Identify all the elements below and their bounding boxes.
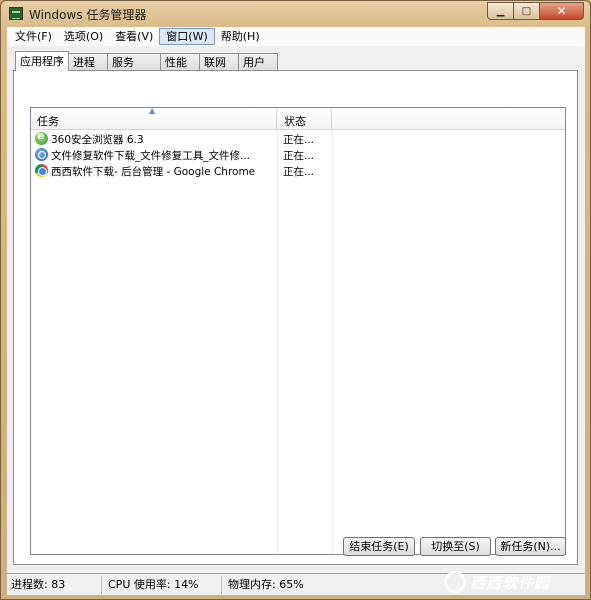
maximize-button[interactable]: □ <box>514 2 540 20</box>
menu-bar: 文件(F) 选项(O) 查看(V) 窗口(W) 帮助(H) <box>7 27 585 46</box>
watermark-text: 西西软件园 <box>470 573 551 592</box>
watermark-logo-icon <box>444 571 466 593</box>
client-area: 应用程序 进程 服务 性能 联网 用户 ▲ 任务 状态 e 360安全浏览器 6… <box>7 46 585 573</box>
sort-ascending-icon: ▲ <box>149 106 156 115</box>
tab-strip: 应用程序 进程 服务 性能 联网 用户 <box>15 51 278 71</box>
task-name: 360安全浏览器 6.3 <box>51 134 144 146</box>
new-task-button[interactable]: 新任务(N)... <box>495 537 566 556</box>
caption-buttons: ▁ □ ✕ <box>487 2 584 21</box>
menu-help[interactable]: 帮助(H) <box>215 28 266 45</box>
list-rows: 360安全浏览器 6.3 正在... 文件修复软件下载_文件修复工具_文件修..… <box>31 129 565 179</box>
chrome-icon <box>35 164 48 177</box>
close-icon: ✕ <box>556 4 567 18</box>
site-watermark: 西西软件园 <box>444 569 584 595</box>
column-header-task[interactable]: ▲ 任务 <box>31 106 277 129</box>
list-item[interactable]: 西西软件下载- 后台管理 - Google Chrome 正在... <box>31 163 565 179</box>
end-task-button[interactable]: 结束任务(E) <box>343 537 415 556</box>
tab-applications[interactable]: 应用程序 <box>15 51 69 71</box>
column-label-task: 任务 <box>37 115 59 128</box>
tab-networking[interactable]: 联网 <box>199 53 239 71</box>
360-browser-icon <box>35 129 48 145</box>
window-title: Windows 任务管理器 <box>29 8 147 22</box>
minimize-icon: ▁ <box>496 5 505 17</box>
menu-view[interactable]: 查看(V) <box>109 28 159 45</box>
tab-services[interactable]: 服务 <box>107 53 161 71</box>
menu-file[interactable]: 文件(F) <box>9 28 58 45</box>
minimize-button[interactable]: ▁ <box>487 2 514 20</box>
list-item[interactable]: 360安全浏览器 6.3 正在... <box>31 129 565 147</box>
task-manager-icon <box>9 7 23 20</box>
tab-processes[interactable]: 进程 <box>68 53 108 71</box>
title-bar[interactable]: Windows 任务管理器 ▁ □ ✕ <box>1 1 590 27</box>
list-header: ▲ 任务 状态 <box>31 106 565 130</box>
menu-options[interactable]: 选项(O) <box>58 28 109 45</box>
status-process-count: 进程数: 83 <box>7 575 102 594</box>
file-repair-icon <box>35 148 48 161</box>
column-header-status[interactable]: 状态 <box>278 108 332 129</box>
task-status: 正在... <box>283 134 315 146</box>
task-status: 正在... <box>283 166 315 178</box>
tab-performance[interactable]: 性能 <box>160 53 200 71</box>
maximize-icon: □ <box>521 5 532 17</box>
column-divider <box>277 130 278 554</box>
task-name: 西西软件下载- 后台管理 - Google Chrome <box>51 166 256 178</box>
task-manager-window: Windows 任务管理器 ▁ □ ✕ 文件(F) 选项(O) 查看(V) 窗口… <box>0 0 591 600</box>
task-list[interactable]: ▲ 任务 状态 360安全浏览器 6.3 正在... <box>30 106 566 555</box>
list-item[interactable]: 文件修复软件下载_文件修复工具_文件修... 正在... <box>31 147 565 163</box>
switch-to-button[interactable]: 切换至(S) <box>420 537 491 556</box>
status-cpu-usage: CPU 使用率: 14% <box>102 575 222 594</box>
menu-window[interactable]: 窗口(W) <box>159 28 215 45</box>
applications-panel: ▲ 任务 状态 360安全浏览器 6.3 正在... <box>13 70 578 565</box>
task-name: 文件修复软件下载_文件修复工具_文件修... <box>51 150 251 162</box>
column-divider <box>332 130 333 554</box>
task-status: 正在... <box>283 150 315 162</box>
column-label-status: 状态 <box>284 115 306 128</box>
status-physical-memory: 物理内存: 65% <box>228 577 304 591</box>
close-button[interactable]: ✕ <box>540 2 584 20</box>
tab-users[interactable]: 用户 <box>238 53 278 71</box>
